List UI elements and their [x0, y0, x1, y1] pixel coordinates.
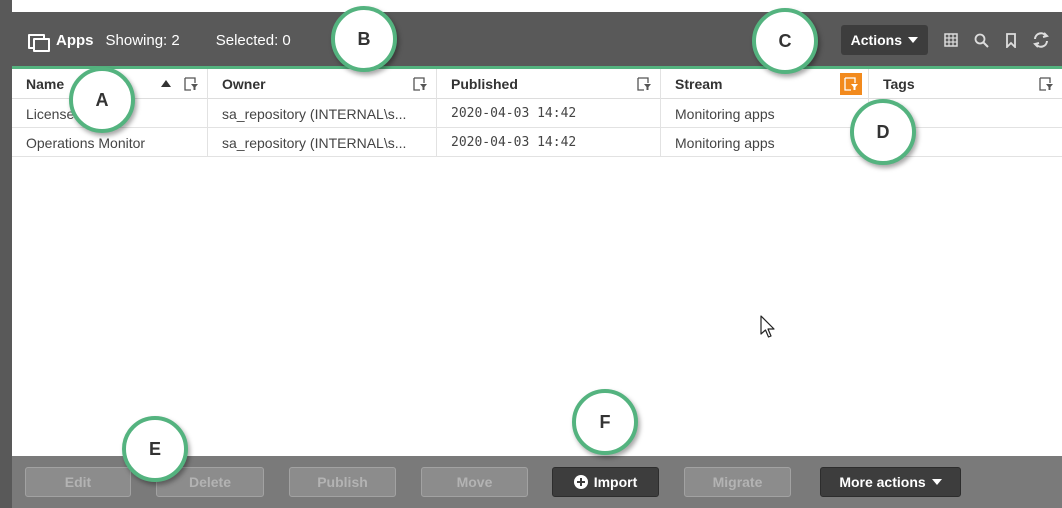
publish-button[interactable]: Publish — [289, 467, 396, 497]
selected-count: Selected: 0 — [215, 31, 291, 49]
toolbar-title: Apps — [56, 31, 94, 49]
move-button[interactable]: Move — [421, 467, 528, 497]
migrate-button[interactable]: Migrate — [684, 467, 791, 497]
more-actions-label: More actions — [839, 474, 926, 490]
search-icon[interactable] — [970, 29, 992, 51]
more-actions-button[interactable]: More actions — [820, 467, 961, 497]
callout-b: B — [331, 6, 397, 72]
column-label: Published — [451, 76, 518, 92]
table-header: Name Owner Published Stream Tags — [12, 69, 1062, 99]
actions-button[interactable]: Actions — [840, 25, 928, 55]
mouse-cursor-icon — [760, 315, 776, 342]
column-header-owner[interactable]: Owner — [208, 69, 437, 99]
column-header-stream[interactable]: Stream — [661, 69, 869, 99]
callout-a: A — [69, 67, 135, 133]
cell-owner: sa_repository (INTERNAL\s... — [208, 99, 437, 128]
column-header-published[interactable]: Published — [437, 69, 661, 99]
import-label: Import — [593, 474, 638, 490]
import-button[interactable]: Import — [552, 467, 659, 497]
bookmark-icon[interactable] — [1000, 29, 1022, 51]
cell-published: 2020-04-03 14:42 — [437, 128, 661, 157]
filter-icon[interactable] — [1038, 76, 1054, 92]
column-label: Owner — [222, 76, 266, 92]
refresh-icon[interactable] — [1030, 29, 1052, 51]
qmc-apps-panel: Apps Showing: 2 Selected: 0 Actions Name — [0, 0, 1062, 508]
toolbar: Apps Showing: 2 Selected: 0 Actions — [12, 12, 1062, 68]
cell-name: Operations Monitor — [12, 128, 208, 157]
showing-count: Showing: 2 — [105, 31, 180, 49]
filter-icon[interactable] — [412, 76, 428, 92]
plus-circle-icon — [573, 475, 588, 489]
filter-active-icon[interactable] — [840, 73, 862, 95]
callout-c: C — [752, 8, 818, 74]
column-label: Stream — [675, 76, 723, 92]
filter-icon[interactable] — [636, 76, 652, 92]
actions-label: Actions — [850, 32, 902, 48]
column-label: Tags — [883, 76, 915, 92]
cell-stream: Monitoring apps — [661, 128, 869, 157]
cell-stream: Monitoring apps — [661, 99, 869, 128]
caret-down-icon — [908, 37, 918, 43]
column-label: Name — [26, 76, 65, 92]
filter-icon[interactable] — [183, 76, 199, 92]
callout-f: F — [572, 389, 638, 455]
callout-e: E — [122, 416, 188, 482]
caret-down-icon — [931, 479, 942, 485]
edit-button[interactable]: Edit — [25, 467, 131, 497]
cell-owner: sa_repository (INTERNAL\s... — [208, 128, 437, 157]
column-header-tags[interactable]: Tags — [869, 69, 1062, 99]
callout-d: D — [850, 99, 916, 165]
left-edge — [0, 0, 12, 508]
apps-icon — [28, 32, 50, 52]
sort-ascending-icon[interactable] — [161, 80, 171, 87]
cell-published: 2020-04-03 14:42 — [437, 99, 661, 128]
table-view-icon[interactable] — [940, 29, 962, 51]
